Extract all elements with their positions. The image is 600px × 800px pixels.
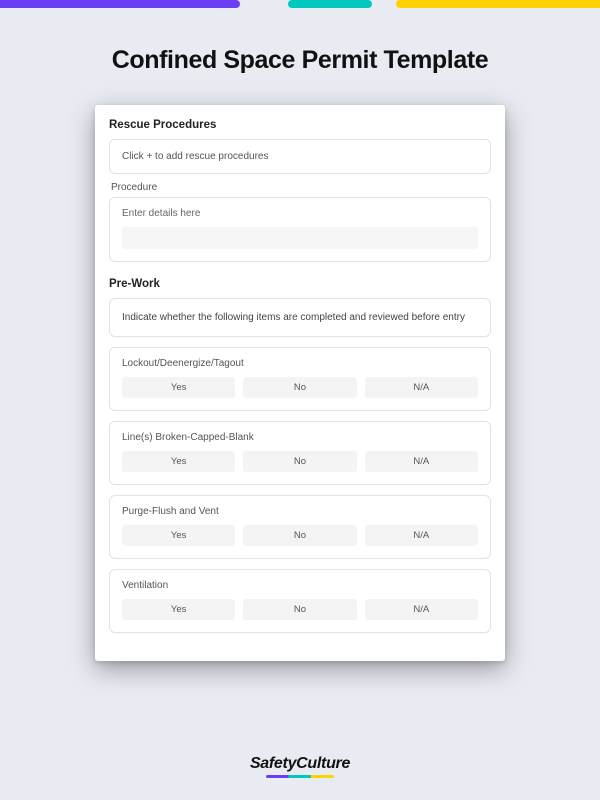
option-na[interactable]: N/A bbox=[365, 599, 478, 620]
option-na[interactable]: N/A bbox=[365, 525, 478, 546]
bar-purple bbox=[0, 0, 240, 8]
prework-heading: Pre-Work bbox=[109, 278, 491, 290]
procedure-label: Procedure bbox=[111, 182, 491, 193]
procedure-details-box: Enter details here bbox=[109, 197, 491, 262]
add-rescue-procedures[interactable]: Click + to add rescue procedures bbox=[109, 139, 491, 174]
form-card: Rescue Procedures Click + to add rescue … bbox=[95, 105, 505, 661]
brand-accent-bar bbox=[0, 0, 600, 8]
procedure-details-input[interactable] bbox=[122, 227, 478, 249]
option-yes[interactable]: Yes bbox=[122, 525, 235, 546]
prework-item-lines: Line(s) Broken-Capped-Blank Yes No N/A bbox=[109, 421, 491, 485]
page-title: Confined Space Permit Template bbox=[0, 46, 600, 75]
option-no[interactable]: No bbox=[243, 377, 356, 398]
prework-item-ventilation: Ventilation Yes No N/A bbox=[109, 569, 491, 633]
prework-item-label: Lockout/Deenergize/Tagout bbox=[122, 358, 478, 369]
details-label: Enter details here bbox=[122, 208, 478, 219]
option-na[interactable]: N/A bbox=[365, 377, 478, 398]
brand-logo: SafetyCulture bbox=[0, 755, 600, 778]
bar-teal bbox=[288, 0, 372, 8]
bar-yellow bbox=[396, 0, 600, 8]
rescue-heading: Rescue Procedures bbox=[109, 119, 491, 131]
option-no[interactable]: No bbox=[243, 599, 356, 620]
prework-instruction: Indicate whether the following items are… bbox=[109, 298, 491, 337]
prework-item-label: Purge-Flush and Vent bbox=[122, 506, 478, 517]
option-no[interactable]: No bbox=[243, 525, 356, 546]
logo-underline bbox=[266, 775, 334, 778]
option-no[interactable]: No bbox=[243, 451, 356, 472]
prework-item-lockout: Lockout/Deenergize/Tagout Yes No N/A bbox=[109, 347, 491, 411]
prework-item-label: Line(s) Broken-Capped-Blank bbox=[122, 432, 478, 443]
logo-text: SafetyCulture bbox=[250, 756, 350, 772]
prework-item-label: Ventilation bbox=[122, 580, 478, 591]
option-yes[interactable]: Yes bbox=[122, 599, 235, 620]
option-na[interactable]: N/A bbox=[365, 451, 478, 472]
option-yes[interactable]: Yes bbox=[122, 451, 235, 472]
option-yes[interactable]: Yes bbox=[122, 377, 235, 398]
prework-item-purge: Purge-Flush and Vent Yes No N/A bbox=[109, 495, 491, 559]
